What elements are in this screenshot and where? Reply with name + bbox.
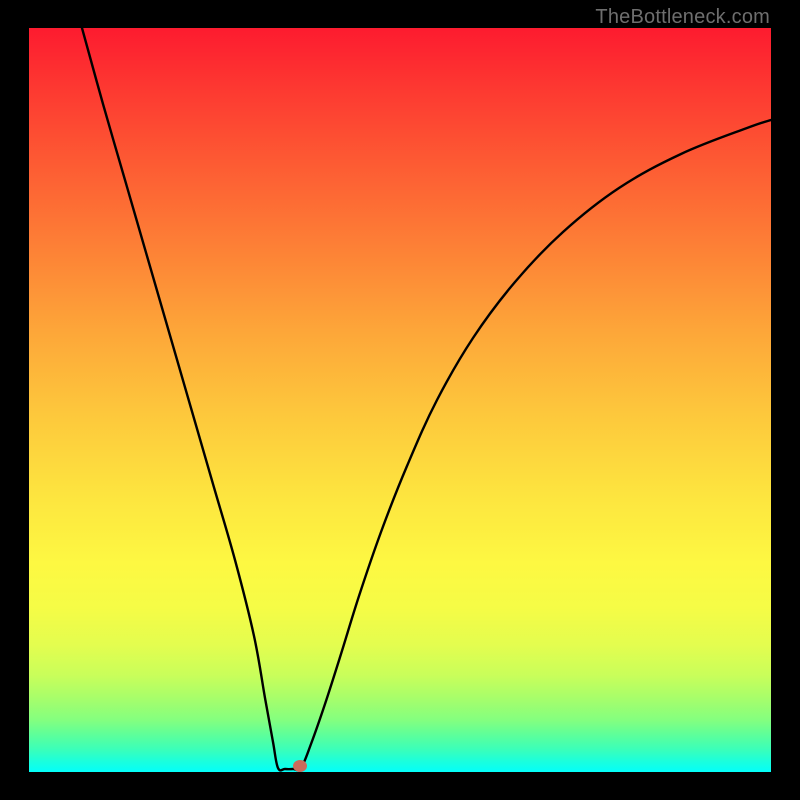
watermark-text: TheBottleneck.com: [595, 6, 770, 29]
chart-marker-dot: [293, 760, 307, 772]
chart-frame: [29, 28, 771, 772]
chart-curve: [29, 28, 771, 772]
